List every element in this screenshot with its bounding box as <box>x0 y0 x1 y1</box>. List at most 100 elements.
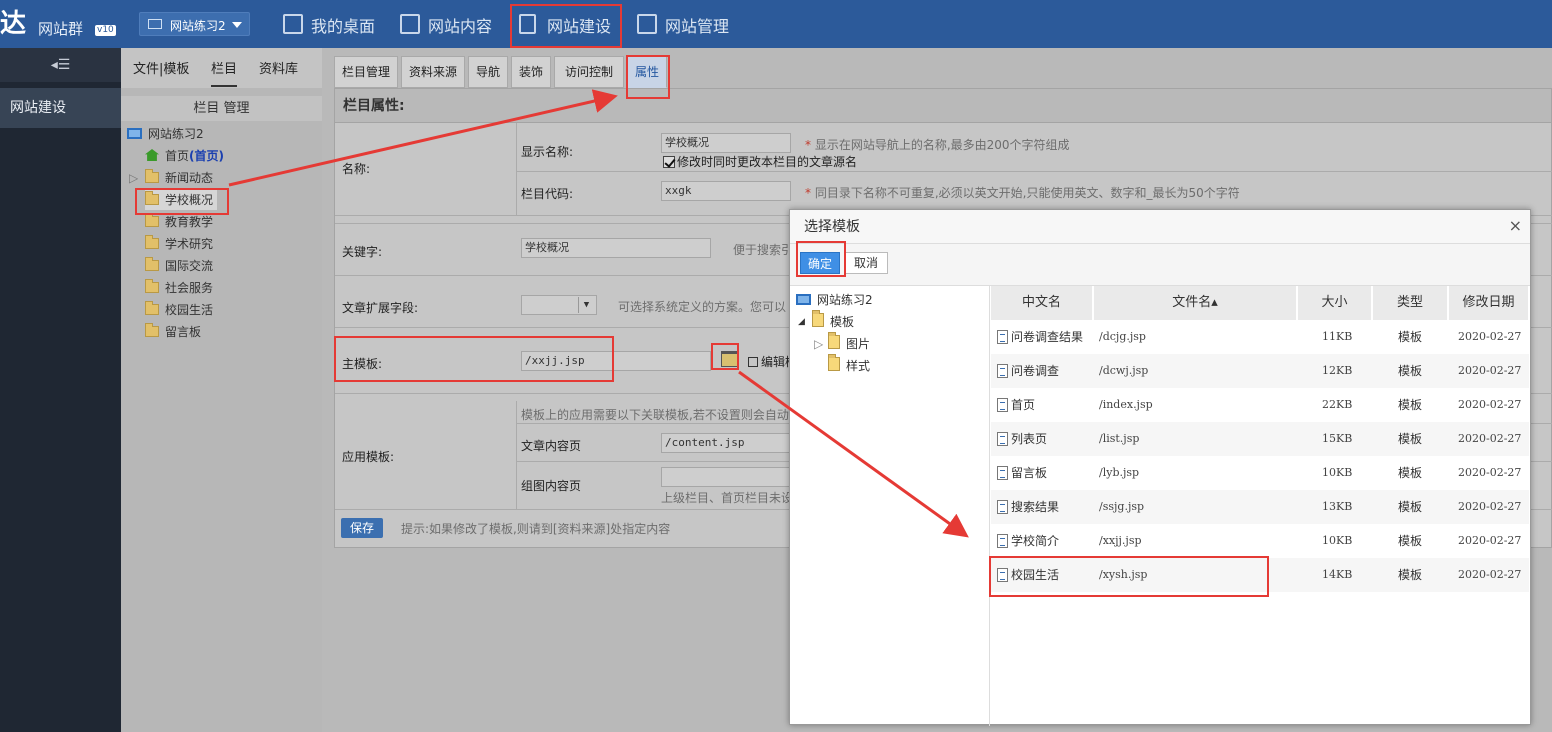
keyword-input[interactable]: 学校概况 <box>521 238 711 258</box>
dialog-toolbar: 确定 取消 <box>790 244 1530 286</box>
tree-item-label: 新闻动态 <box>165 171 214 185</box>
template-type-cell: 模板 <box>1398 568 1423 582</box>
template-file-cell: /xxjj.jsp <box>1099 534 1142 547</box>
col-header-name[interactable]: 中文名 <box>991 286 1093 320</box>
table-row[interactable]: 首页/index.jsp 22KB 模板 2020-02-27 <box>991 388 1529 422</box>
collapse-arrow-icon[interactable]: ◢ <box>798 312 805 332</box>
site-selector[interactable]: 网站练习2 <box>139 12 250 36</box>
template-size-cell: 10KB <box>1322 534 1353 547</box>
edit-icon <box>400 14 420 34</box>
tab-decoration[interactable]: 装饰 <box>511 56 551 88</box>
dialog-tree-styles[interactable]: 样式 <box>828 354 870 376</box>
template-type-cell: 模板 <box>1398 432 1423 446</box>
template-file-cell: /index.jsp <box>1099 398 1153 411</box>
table-row[interactable]: 问卷调查结果/dcjg.jsp 11KB 模板 2020-02-27 <box>991 320 1529 354</box>
main-template-input[interactable]: /xxjj.jsp <box>521 351 711 371</box>
article-page-input[interactable]: /content.jsp <box>661 433 791 453</box>
tree-item[interactable]: 社会服务 <box>145 278 213 298</box>
menu-toggle-icon[interactable]: ◂☰ <box>0 48 121 82</box>
monitor-icon <box>127 128 142 139</box>
table-row[interactable]: 搜索结果/ssjg.jsp 13KB 模板 2020-02-27 <box>991 490 1529 524</box>
tree-item[interactable]: 教育教学 <box>145 212 213 232</box>
save-button[interactable]: 保存 <box>341 518 383 538</box>
chevron-down-icon: ▼ <box>578 297 594 313</box>
tree-item-home[interactable]: 首页(首页) <box>145 146 224 166</box>
folder-icon <box>145 301 159 315</box>
ext-field-label: 文章扩展字段: <box>342 301 419 315</box>
template-type-cell: 模板 <box>1398 500 1423 514</box>
rename-checkbox[interactable]: 修改时同时更改本栏目的文章源名 <box>663 153 857 170</box>
leftnav-item-build[interactable]: 网站建设 <box>0 88 121 128</box>
folder-icon <box>828 332 840 349</box>
table-row[interactable]: 学校简介/xxjj.jsp 10KB 模板 2020-02-27 <box>991 524 1529 558</box>
file-icon <box>997 432 1008 446</box>
tree-item[interactable]: 国际交流 <box>145 256 213 276</box>
expand-arrow-icon[interactable]: ▷ <box>129 168 138 188</box>
panel-title: 栏目 管理 <box>121 96 322 121</box>
tab-access-control[interactable]: 访问控制 <box>554 56 624 88</box>
dialog-tree-images[interactable]: 图片 <box>828 332 870 354</box>
tab-navigation[interactable]: 导航 <box>468 56 508 88</box>
template-name-cell: 问卷调查结果 <box>997 320 1083 354</box>
template-type-cell: 模板 <box>1398 398 1423 412</box>
col-header-size[interactable]: 大小 <box>1298 286 1372 320</box>
dialog-tree-templates[interactable]: 模板 <box>812 310 855 332</box>
template-date-cell: 2020-02-27 <box>1458 364 1522 377</box>
template-file-cell: /xysh.jsp <box>1099 568 1148 581</box>
gallery-page-input[interactable] <box>661 467 791 487</box>
tab-library[interactable]: 资料库 <box>259 58 298 77</box>
dialog-tree-root[interactable]: 网站练习2 <box>796 290 873 310</box>
ext-field-hint: 可选择系统定义的方案。您可以 <box>618 300 787 314</box>
code-input[interactable]: xxgk <box>661 181 791 201</box>
logo-glyph: 达 <box>0 9 27 39</box>
folder-icon <box>145 191 159 205</box>
tree-item[interactable]: 留言板 <box>145 322 201 342</box>
template-name-cell: 搜索结果 <box>997 490 1059 524</box>
folder-icon <box>145 169 159 183</box>
column-panel: 文件|模板 栏目 资料库 栏目 管理 网站练习2 首页(首页) ▷ 新闻动态 学… <box>121 48 322 732</box>
tree-item[interactable]: 校园生活 <box>145 300 213 320</box>
tree-item-label: 教育教学 <box>165 215 214 229</box>
dialog-tree-templates-label: 模板 <box>830 315 855 329</box>
table-row[interactable]: 留言板/lyb.jsp 10KB 模板 2020-02-27 <box>991 456 1529 490</box>
folder-icon <box>145 213 159 227</box>
template-size-cell: 15KB <box>1322 432 1353 445</box>
select-template-dialog: 选择模板 × 确定 取消 网站练习2 ◢ 模板 ▷ 图片 样式 中文名 文件名▴… <box>789 209 1531 726</box>
tree-item[interactable]: 学术研究 <box>145 234 213 254</box>
brand-name: 网站群 <box>38 20 84 38</box>
open-folder-icon[interactable] <box>721 351 739 367</box>
tree-item[interactable]: 新闻动态 <box>145 168 213 188</box>
tab-properties[interactable]: 属性 <box>627 56 667 88</box>
confirm-button[interactable]: 确定 <box>800 252 840 274</box>
col-header-filename[interactable]: 文件名▴ <box>1094 286 1297 320</box>
ext-field-select[interactable]: ▼ <box>521 295 597 315</box>
gallery-page-label: 组图内容页 <box>521 479 582 493</box>
template-type-cell: 模板 <box>1398 330 1423 344</box>
template-file-cell: /dcwj.jsp <box>1099 364 1149 377</box>
checkbox-checked-icon[interactable] <box>663 156 675 168</box>
cancel-button[interactable]: 取消 <box>844 252 888 274</box>
home-icon <box>145 149 159 161</box>
code-hint-text: 同目录下名称不可重复,必须以英文开始,只能使用英文、数字和_最长为50个字符 <box>814 186 1240 200</box>
tab-columns[interactable]: 栏目 <box>211 58 238 87</box>
table-row[interactable]: 列表页/list.jsp 15KB 模板 2020-02-27 <box>991 422 1529 456</box>
tab-files[interactable]: 文件|模板 <box>133 58 189 77</box>
table-row[interactable]: 问卷调查/dcwj.jsp 12KB 模板 2020-02-27 <box>991 354 1529 388</box>
expand-arrow-icon[interactable]: ▷ <box>814 334 823 354</box>
tab-data-source[interactable]: 资料来源 <box>401 56 465 88</box>
nav-build-label: 网站建设 <box>547 17 612 36</box>
tree-root[interactable]: 网站练习2 <box>127 124 204 144</box>
template-date-cell: 2020-02-27 <box>1458 330 1522 343</box>
folder-icon <box>145 279 159 293</box>
col-header-type[interactable]: 类型 <box>1373 286 1448 320</box>
tree-item-label: 校园生活 <box>165 303 214 317</box>
table-row[interactable]: 校园生活/xysh.jsp 14KB 模板 2020-02-27 <box>991 558 1529 592</box>
folder-icon <box>828 354 840 371</box>
new-page-icon <box>519 14 536 34</box>
display-name-input[interactable]: 学校概况 <box>661 133 791 153</box>
tree-item-selected[interactable]: 学校概况 <box>145 190 218 210</box>
tab-column-manage[interactable]: 栏目管理 <box>334 56 398 88</box>
close-icon[interactable]: × <box>1509 216 1522 236</box>
col-header-date[interactable]: 修改日期 <box>1449 286 1529 320</box>
divider <box>516 401 517 509</box>
